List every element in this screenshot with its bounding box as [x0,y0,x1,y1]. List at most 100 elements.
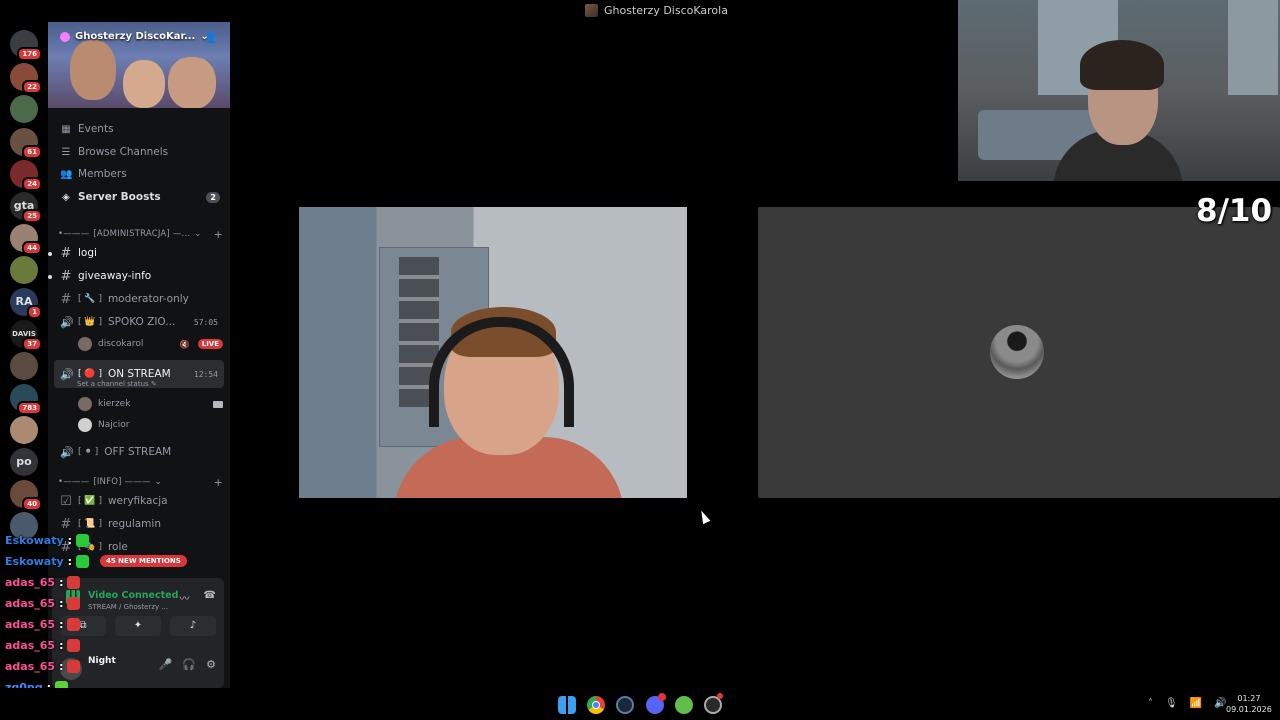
speaker-icon[interactable]: 🔊 [1214,698,1226,709]
microphone-icon[interactable]: 🎤 [159,658,173,671]
channel-label: giveaway-info [78,270,152,282]
channel-off-stream[interactable]: 🔊 [ ⚫ ] OFF STREAM [54,441,224,463]
voice-user-name: Najcior [98,420,130,430]
channel-label: regulamin [107,518,161,530]
clock[interactable]: 01:27 09.01.2026 [1226,693,1272,715]
live-badge: LIVE [197,339,223,349]
browse-icon: ☰ [61,146,71,158]
banner-face [123,60,165,108]
server-icon-server-11[interactable] [10,352,38,380]
recording-indicator [717,693,723,699]
server-rail: 176 22 61 24 gta 25 44 RA 1 DAVIS 37 783 po 40 [0,22,48,542]
mention-badge: 176 [17,47,42,61]
server-icon-server-8[interactable] [10,256,38,284]
server-icon-server-13[interactable] [10,416,38,444]
video-tile-najcior[interactable] [758,207,1280,498]
chat-username: adas_65 [5,596,56,610]
voice-status[interactable]: Video Connected [88,590,178,601]
current-username[interactable]: Night [88,656,116,666]
server-icon-server-7[interactable]: 44 [10,224,42,255]
chat-emote-icon [76,533,90,547]
server-icon-server-davis[interactable]: DAVIS 37 [10,320,42,351]
chat-message: adas_65: [5,574,81,590]
nav-browse-channels[interactable]: ☰ Browse Channels [60,142,220,162]
invite-icon[interactable]: 👤 [204,31,218,44]
nav-events[interactable]: ▦ Events [60,119,220,139]
category-administracja[interactable]: •——— [ADMINISTRACJA] —... ⌄ + [58,226,223,242]
app-icon[interactable] [675,696,693,714]
chat-separator: : [59,617,64,631]
voice-user-najcior[interactable]: Najcior [78,416,223,434]
camera-icon [213,400,223,408]
server-icon-server-ra[interactable]: RA 1 [10,288,42,319]
server-banner[interactable]: Ghosterzy DiscoKar... ⌄ 👤 [48,22,230,108]
soundboard-button[interactable]: ♪ [170,616,216,636]
new-mentions-pill[interactable]: 45 NEW MENTIONS [100,555,187,567]
clock-date: 09.01.2026 [1226,705,1272,714]
steam-icon[interactable] [616,696,634,714]
server-name-button[interactable]: Ghosterzy DiscoKar... ⌄ [60,31,209,42]
channel-weryfikacja[interactable]: ☑ [ ✅ ] weryfikacja [54,490,224,512]
avatar [78,418,92,432]
voice-user-name: discokarol [98,339,144,349]
server-icon-server-po[interactable]: po [10,448,38,476]
server-icon-discord[interactable]: 176 [10,30,42,61]
chat-message: Eskowaty: [5,532,90,548]
microphone-icon[interactable]: 🎙 [1165,698,1178,709]
chat-message: adas_65: [5,637,81,653]
server-icon-server-5[interactable]: 24 [10,160,42,191]
channel-logi[interactable]: # logi [54,242,224,264]
server-icon-server-12[interactable]: 783 [10,384,42,415]
channel-label: weryfikacja [107,495,168,507]
text-channel-icon: # [60,291,72,307]
voice-user-kierzek[interactable]: kierzek [78,395,223,413]
mouse-cursor [697,508,711,525]
add-channel-icon[interactable]: + [214,228,223,241]
voice-channel-path[interactable]: STREAM / Ghosterzy ... [88,603,168,611]
headphones-icon[interactable]: 🎧 [182,658,196,671]
chat-separator: : [59,638,64,652]
channel-giveaway-info[interactable]: # giveaway-info [54,265,224,287]
server-icon-server-15[interactable]: 40 [10,480,42,511]
wifi-icon[interactable]: 📶 [1190,698,1202,709]
nav-server-boosts[interactable]: ◈ Server Boosts 2 [60,187,220,207]
activities-button[interactable]: ✦ [115,616,161,636]
voice-timer: 57:05 [193,317,218,327]
clock-time: 01:27 [1237,694,1261,703]
chat-emote-icon [67,659,81,673]
server-icon-server-3[interactable] [10,95,38,123]
channel-moderator-only[interactable]: # [ 🔧 ] moderator-only [54,288,224,310]
category-info[interactable]: •——— [INFO] ——— ⌄ + [58,474,223,490]
channel-emoji-prefix: [ 📜 ] [78,519,102,529]
server-icon-label: po [16,455,32,468]
channel-spoko-zio[interactable]: 🔊 [ 👑 ] SPOKO ZIO... 57:05 [54,311,224,333]
screen: Ghosterzy DiscoKarola 176 22 61 24 gta 25 44 RA… [0,0,1280,720]
server-icon-server-2[interactable]: 22 [10,63,42,94]
noise-suppression-icon[interactable]: 〰 [180,590,190,605]
server-icon-server-gta[interactable]: gta 25 [10,192,42,223]
webcam-scene [1228,0,1278,95]
mention-badge: 1 [27,305,42,319]
nav-browse-label: Browse Channels [78,146,169,158]
chevron-up-icon[interactable]: ˄ [1148,698,1153,709]
nav-members[interactable]: 👥 Members [60,164,220,184]
mention-badge: 22 [22,80,42,94]
channel-status-hint[interactable]: Set a channel status ✎ [77,380,157,388]
video-tile-kierzek[interactable] [299,207,687,498]
server-icon-server-4[interactable]: 61 [10,128,42,159]
disconnect-icon[interactable]: ☎ [204,590,216,605]
mention-badge: 37 [22,337,42,351]
webcam-person [1080,40,1164,90]
mention-badge: 44 [22,241,42,255]
calendar-icon: ▦ [61,123,71,135]
chat-username: adas_65 [5,638,56,652]
muted-icon: 🔇 [179,339,190,349]
voice-user-discokarol[interactable]: discokarol 🔇 LIVE [78,335,223,353]
windows-start-icon[interactable] [558,696,576,714]
chat-message: adas_65: [5,616,81,632]
chat-emote-icon [67,617,81,631]
add-channel-icon[interactable]: + [214,476,223,489]
category-line: •——— [58,477,90,487]
nav-boosts-label: Server Boosts [78,191,161,203]
gear-icon[interactable]: ⚙ [206,658,216,671]
